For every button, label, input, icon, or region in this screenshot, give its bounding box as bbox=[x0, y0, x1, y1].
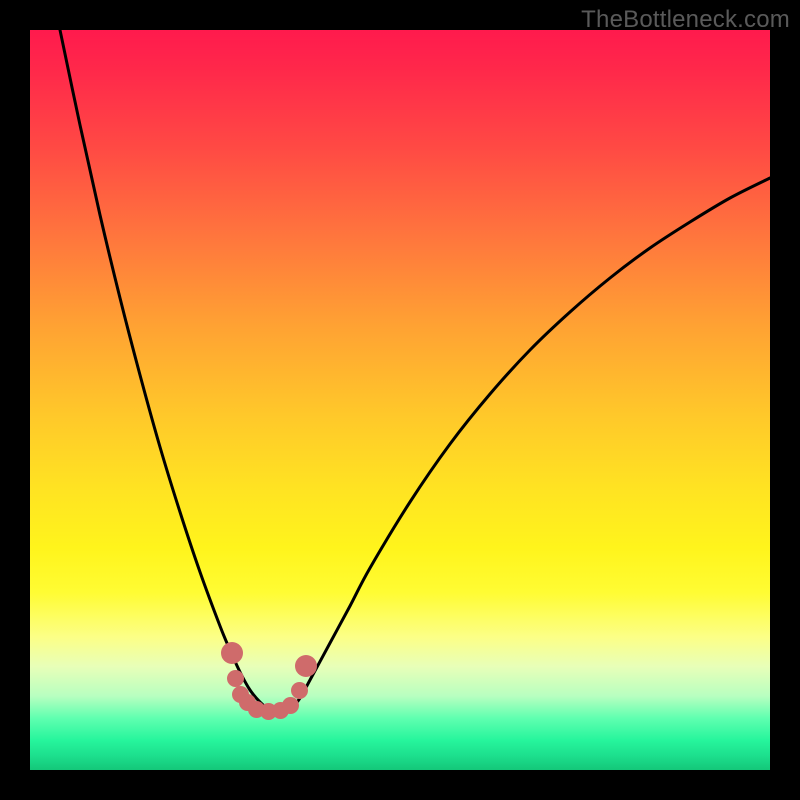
marker-layer bbox=[30, 30, 770, 770]
marker-bottom-4 bbox=[282, 697, 299, 714]
marker-left-top bbox=[221, 642, 243, 664]
marker-left-mid bbox=[227, 670, 244, 687]
chart-container: TheBottleneck.com bbox=[0, 0, 800, 800]
watermark-text: TheBottleneck.com bbox=[581, 6, 790, 34]
marker-right-mid bbox=[291, 682, 308, 699]
marker-right-top bbox=[295, 655, 317, 677]
